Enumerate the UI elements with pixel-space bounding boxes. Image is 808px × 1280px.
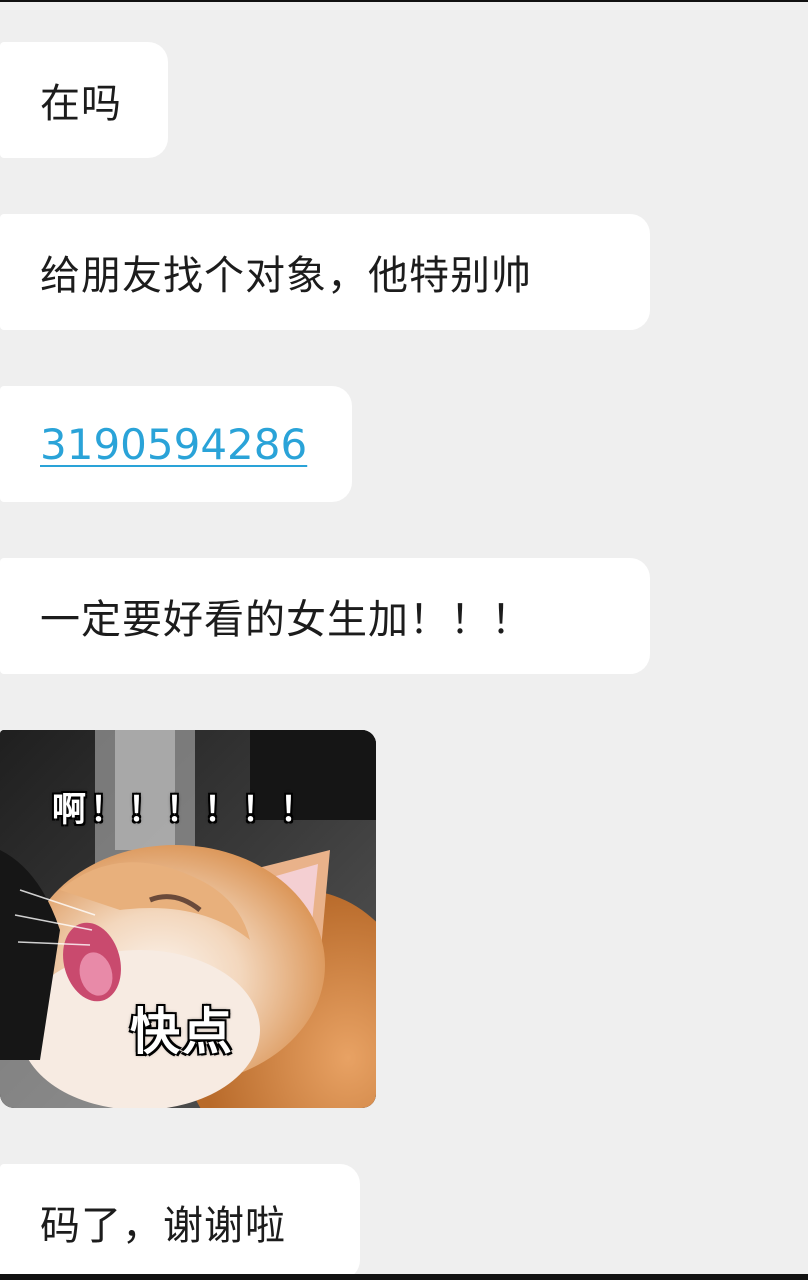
message-text: 给朋友找个对象，他特别帅 xyxy=(40,253,532,299)
message-text: 在吗 xyxy=(40,81,122,127)
message-text: 一定要好看的女生加！！！ xyxy=(40,597,532,643)
sticker-caption-bottom: 快点 xyxy=(130,1003,234,1061)
message-text: 码了，谢谢啦 xyxy=(40,1203,286,1249)
message-bubble[interactable]: 码了，谢谢啦 xyxy=(0,1164,360,1280)
message-bubble[interactable]: 一定要好看的女生加！！！ xyxy=(0,558,650,674)
message-bubble[interactable]: 3190594286 xyxy=(0,386,352,502)
cat-sticker-image[interactable]: 啊！！！！！！ 快点 xyxy=(0,730,376,1108)
sticker-caption-top: 啊！！！！！！ xyxy=(52,790,318,830)
bottom-edge xyxy=(0,1274,808,1280)
message-bubble[interactable]: 在吗 xyxy=(0,42,168,158)
message-bubble[interactable]: 给朋友找个对象，他特别帅 xyxy=(0,214,650,330)
top-edge xyxy=(0,0,808,2)
chat-screen: 在吗 给朋友找个对象，他特别帅 3190594286 一定要好看的女生加！！！ xyxy=(0,0,808,1280)
number-link[interactable]: 3190594286 xyxy=(40,420,307,469)
